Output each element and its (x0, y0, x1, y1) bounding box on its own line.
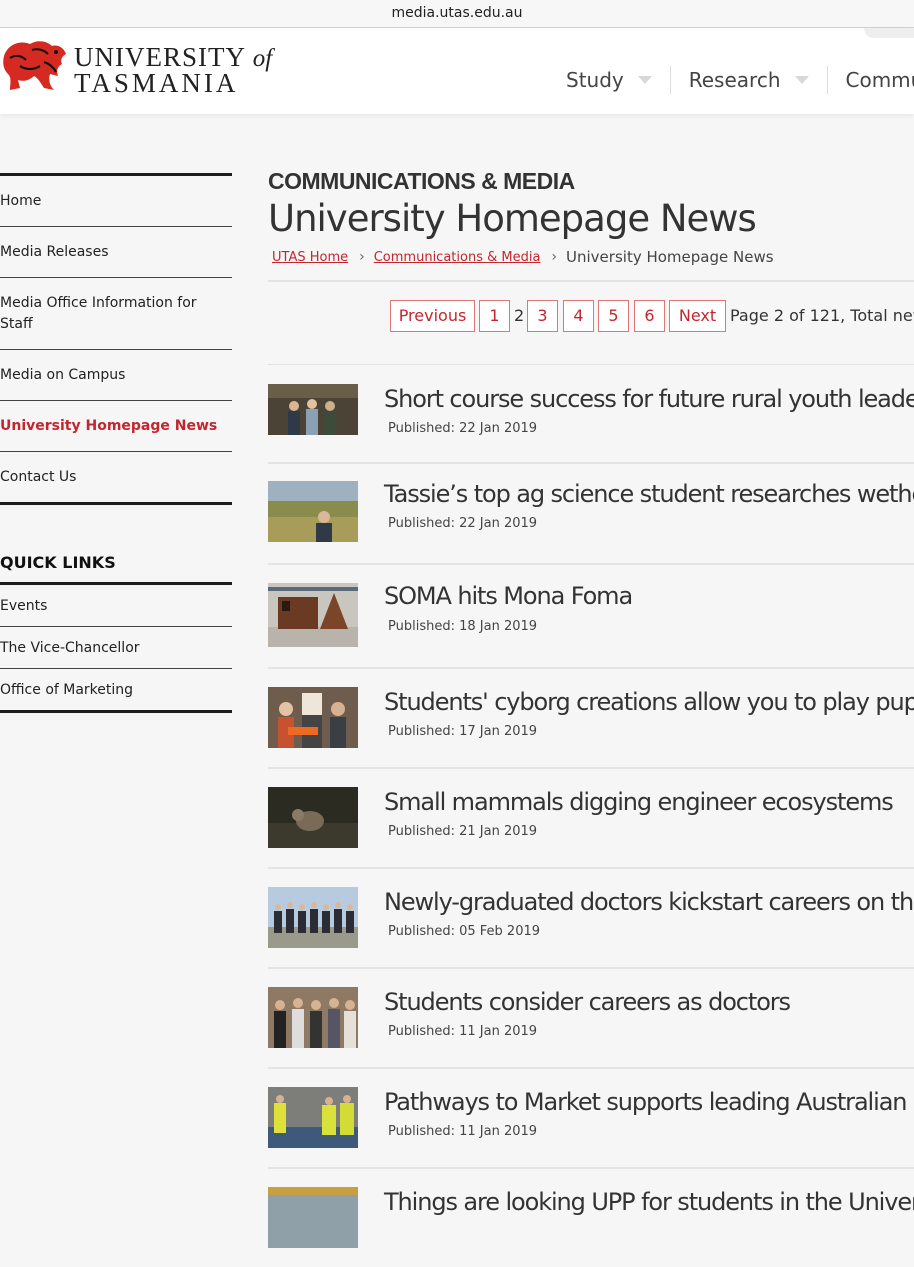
sidebar-item-contact-us[interactable]: Contact Us (0, 452, 232, 505)
lion-emblem-icon (0, 36, 70, 92)
news-date: Published: 11 Jan 2019 (388, 1124, 537, 1139)
news-item[interactable]: Pathways to Market supports leading Aust… (268, 1069, 914, 1169)
breadcrumb: UTAS Home › Communications & Media › Uni… (268, 248, 914, 266)
news-headline[interactable]: Things are looking UPP for students in t… (384, 1188, 914, 1216)
pager-page-6[interactable]: 6 (634, 300, 665, 332)
news-headline[interactable]: Short course success for future rural yo… (384, 385, 914, 413)
news-item[interactable]: Students consider careers as doctors Pub… (268, 969, 914, 1069)
news-item[interactable]: SOMA hits Mona Foma Published: 18 Jan 20… (268, 565, 914, 669)
sidebar-menu: Home Media Releases Media Office Informa… (0, 173, 232, 505)
pager-info: Page 2 of 121, Total news (730, 300, 914, 332)
top-navigation: Study Research Communit (548, 66, 914, 96)
news-headline[interactable]: Small mammals digging engineer ecosystem… (384, 788, 893, 816)
chevron-right-icon: › (551, 249, 557, 265)
quick-link-office-of-marketing[interactable]: Office of Marketing (0, 669, 232, 713)
browser-url-bar[interactable]: media.utas.edu.au (0, 0, 914, 28)
news-list: Short course success for future rural yo… (268, 364, 914, 1267)
news-date: Published: 18 Jan 2019 (388, 619, 537, 634)
university-logo[interactable]: UNIVERSITY of TASMANIA (0, 36, 280, 96)
header-utility-strip (864, 28, 914, 38)
news-thumbnail-image[interactable] (268, 987, 358, 1048)
news-thumbnail-image[interactable] (268, 1087, 358, 1148)
news-thumbnail-image[interactable] (268, 583, 358, 647)
breadcrumb-utas-home[interactable]: UTAS Home (272, 250, 348, 265)
news-headline[interactable]: Students' cyborg creations allow you to … (384, 688, 914, 716)
section-label: COMMUNICATIONS & MEDIA (268, 168, 914, 195)
news-item[interactable]: Short course success for future rural yo… (268, 364, 914, 464)
news-item[interactable]: Tassie’s top ag science student research… (268, 464, 914, 565)
sidebar-item-media-releases[interactable]: Media Releases (0, 227, 232, 278)
news-date: Published: 11 Jan 2019 (388, 1024, 537, 1039)
news-date: Published: 22 Jan 2019 (388, 421, 537, 436)
chevron-right-icon: › (359, 249, 365, 265)
main-content: COMMUNICATIONS & MEDIA University Homepa… (268, 168, 914, 365)
pager-next-button[interactable]: Next (669, 300, 726, 332)
news-item[interactable]: Students' cyborg creations allow you to … (268, 669, 914, 769)
pager-page-5[interactable]: 5 (598, 300, 629, 332)
quick-link-events[interactable]: Events (0, 585, 232, 627)
news-headline[interactable]: Pathways to Market supports leading Aust… (384, 1088, 914, 1116)
news-headline[interactable]: Newly-graduated doctors kickstart career… (384, 888, 914, 916)
news-thumbnail-image[interactable] (268, 1187, 358, 1248)
news-headline[interactable]: SOMA hits Mona Foma (384, 582, 632, 610)
nav-study[interactable]: Study (548, 66, 670, 94)
sidebar-item-media-office-info[interactable]: Media Office Information for Staff (0, 278, 232, 350)
sidebar: Home Media Releases Media Office Informa… (0, 173, 232, 713)
news-date: Published: 22 Jan 2019 (388, 516, 537, 531)
news-date: Published: 05 Feb 2019 (388, 924, 540, 939)
nav-community[interactable]: Communit (828, 66, 914, 94)
news-thumbnail-image[interactable] (268, 481, 358, 542)
page-title: University Homepage News (268, 197, 914, 240)
pager-page-1[interactable]: 1 (479, 300, 510, 332)
quick-link-vice-chancellor[interactable]: The Vice-Chancellor (0, 627, 232, 669)
news-date: Published: 17 Jan 2019 (388, 724, 537, 739)
news-item[interactable]: Things are looking UPP for students in t… (268, 1169, 914, 1267)
pagination: Previous 1 2 3 4 5 6 Next Page 2 of 121,… (268, 282, 914, 364)
news-item[interactable]: Newly-graduated doctors kickstart career… (268, 869, 914, 969)
news-thumbnail-image[interactable] (268, 384, 358, 435)
pager-current-page: 2 (514, 300, 524, 332)
quick-links: Events The Vice-Chancellor Office of Mar… (0, 585, 232, 713)
pager-previous-button[interactable]: Previous (390, 300, 475, 332)
dropdown-arrow-icon (638, 76, 652, 84)
news-item[interactable]: Small mammals digging engineer ecosystem… (268, 769, 914, 869)
news-headline[interactable]: Students consider careers as doctors (384, 988, 790, 1016)
logo-text-tasmania: TASMANIA (74, 68, 238, 99)
quick-links-heading: QUICK LINKS (0, 553, 232, 585)
breadcrumb-current: University Homepage News (566, 248, 774, 266)
pager-page-3[interactable]: 3 (527, 300, 558, 332)
nav-research[interactable]: Research (671, 66, 827, 94)
news-thumbnail-image[interactable] (268, 787, 358, 848)
news-date: Published: 21 Jan 2019 (388, 824, 537, 839)
news-thumbnail-image[interactable] (268, 887, 358, 948)
pager-page-4[interactable]: 4 (563, 300, 594, 332)
dropdown-arrow-icon (795, 76, 809, 84)
sidebar-item-home[interactable]: Home (0, 176, 232, 227)
sidebar-item-homepage-news[interactable]: University Homepage News (0, 401, 232, 452)
breadcrumb-communications-media[interactable]: Communications & Media (374, 250, 541, 265)
news-thumbnail-image[interactable] (268, 687, 358, 748)
news-headline[interactable]: Tassie’s top ag science student research… (384, 480, 914, 508)
sidebar-item-media-on-campus[interactable]: Media on Campus (0, 350, 232, 401)
site-header: UNIVERSITY of TASMANIA Study Research Co… (0, 28, 914, 114)
